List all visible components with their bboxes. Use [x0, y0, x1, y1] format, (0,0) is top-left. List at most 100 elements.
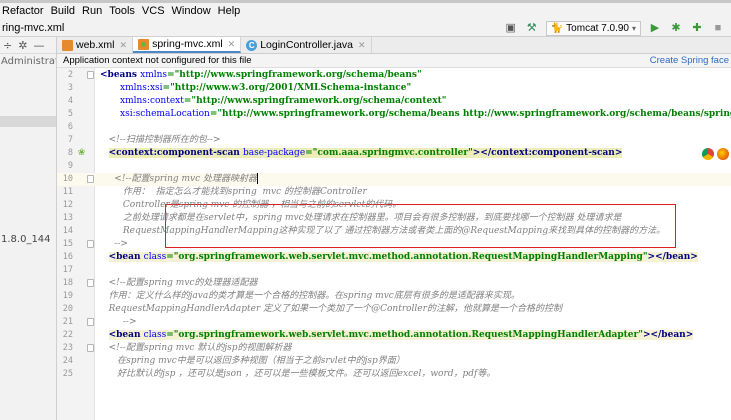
line-number: 19	[62, 291, 73, 301]
line-number: 4	[67, 96, 73, 106]
code-line[interactable]: 5 xsi:schemaLocation="http://www.springf…	[57, 108, 731, 121]
close-icon[interactable]: ✕	[358, 40, 366, 51]
breadcrumb[interactable]: ring-mvc.xml	[0, 22, 64, 34]
line-number: 10	[62, 174, 73, 184]
tab-label: spring-mvc.xml	[152, 38, 223, 50]
code-line[interactable]: 18 <!--配置spring mvc的处理器适配器	[57, 277, 731, 290]
code-line[interactable]: 16 <bean class="org.springframework.web.…	[57, 251, 731, 264]
fold-marker-icon[interactable]	[87, 344, 94, 352]
code-line[interactable]: 13 之前处理请求都是在servlet中，spring mvc处理请求在控制器里…	[57, 212, 731, 225]
line-number: 7	[67, 135, 73, 145]
code-text: 之前处理请求都是在servlet中，spring mvc处理请求在控制器里。项目…	[100, 212, 622, 225]
code-line[interactable]: 21 -->	[57, 316, 731, 329]
code-text: 作用：定义什么样的java的类才算是一个合格的控制器。在spring mvc底层…	[100, 290, 520, 303]
code-text: RequestMappingHandlerMapping这种实现了以了 通过控制…	[100, 225, 665, 238]
code-text: <!--配置spring mvc 处理器映射器	[100, 173, 259, 186]
tab-web-xml[interactable]: web.xml ✕	[57, 37, 134, 53]
menu-item-tools[interactable]: Tools	[109, 5, 135, 17]
code-line[interactable]: 12 Controller是spring mvc 的控制器 ，相当与之前的ser…	[57, 199, 731, 212]
line-number: 24	[62, 356, 73, 366]
code-line[interactable]: 7 <!--扫描控制器所在的包-->	[57, 134, 731, 147]
code-line[interactable]: 15 -->	[57, 238, 731, 251]
code-token: RequestMappingHandlerMapping这种实现了以了 通过控制…	[100, 226, 666, 236]
code-token: RequestMappingHandlerAdapter 定义了如果一个类加了一…	[100, 304, 562, 314]
coverage-icon[interactable]: ✚	[690, 21, 704, 35]
menu-bar: Refactor Build Run Tools VCS Window Help	[0, 3, 731, 19]
code-editor[interactable]: 2 <beans xmlns="http://www.springframewor…	[57, 68, 731, 420]
collapse-all-icon[interactable]: ÷	[3, 39, 12, 52]
tab-spring-mvc-xml[interactable]: spring-mvc.xml ✕	[133, 37, 242, 53]
tab-logincontroller-java[interactable]: C LoginController.java ✕	[241, 37, 372, 53]
code-token: -->	[100, 239, 128, 249]
stop-icon[interactable]: ■	[711, 21, 725, 35]
code-line[interactable]: 25 好比默认的jsp ，还可以是json ，还可以是一些模板文件。还可以返回e…	[57, 368, 731, 381]
hide-panel-icon[interactable]: —	[33, 39, 44, 52]
code-line[interactable]: 11 作用： 指定怎么才能找到spring mvc 的控制器Controller	[57, 186, 731, 199]
code-token: xsi:schemaLocation	[100, 109, 210, 119]
run-configuration-label: Tomcat 7.0.90	[566, 22, 629, 34]
code-token: 作用： 指定怎么才能找到spring mvc 的控制器Controller	[100, 187, 367, 197]
fold-marker-icon[interactable]	[87, 175, 94, 183]
fold-marker-icon[interactable]	[87, 240, 94, 248]
code-token: -->	[100, 317, 137, 327]
tab-label: web.xml	[76, 39, 115, 51]
debug-icon[interactable]: ✱	[669, 21, 683, 35]
line-number: 8	[67, 148, 73, 158]
build-hammer-icon[interactable]: ⚒	[525, 21, 539, 35]
chevron-down-icon: ▾	[631, 23, 636, 33]
code-text: xmlns:xsi="http://www.w3.org/2001/XMLSch…	[100, 82, 411, 95]
code-line[interactable]: 8 ❀ <context:component-scan base-package=…	[57, 147, 731, 160]
menu-item-run[interactable]: Run	[82, 5, 102, 17]
menu-item-build[interactable]: Build	[51, 5, 75, 17]
line-number: 18	[62, 278, 73, 288]
close-icon[interactable]: ✕	[228, 39, 236, 50]
run-icon[interactable]: ▶	[648, 21, 662, 35]
code-token: ="http://www.springframework.org/schema/…	[183, 96, 447, 106]
code-line[interactable]: 24 在spring mvc中是可以返回多种视图（相当于之前srvlet中的js…	[57, 355, 731, 368]
menu-item-help[interactable]: Help	[218, 5, 241, 17]
code-line[interactable]: 10 <!--配置spring mvc 处理器映射器	[57, 173, 731, 186]
project-tree-selection[interactable]	[0, 116, 56, 127]
code-line[interactable]: 3 xmlns:xsi="http://www.w3.org/2001/XMLS…	[57, 82, 731, 95]
code-line[interactable]: 4 xmlns:context="http://www.springframew…	[57, 95, 731, 108]
code-line[interactable]: 19 作用：定义什么样的java的类才算是一个合格的控制器。在spring mv…	[57, 290, 731, 303]
menu-item-vcs[interactable]: VCS	[142, 5, 165, 17]
fold-marker-icon[interactable]	[87, 71, 94, 79]
line-number: 3	[67, 83, 73, 93]
code-token: ="org.springframework.web.servlet.mvc.me…	[166, 330, 643, 340]
code-line[interactable]: 6	[57, 121, 731, 134]
code-text: <bean class="org.springframework.web.ser…	[100, 329, 694, 342]
gear-icon[interactable]: ✲	[18, 39, 27, 52]
code-line[interactable]: 20 RequestMappingHandlerAdapter 定义了如果一个类…	[57, 303, 731, 316]
code-text: -->	[100, 238, 128, 251]
fold-marker-icon[interactable]	[87, 318, 94, 326]
project-jdk-item[interactable]: 1.8.0_144	[1, 234, 51, 245]
code-text: <!--配置spring mvc的处理器适配器	[100, 277, 258, 290]
code-text: -->	[100, 316, 137, 329]
spring-bean-gutter-icon[interactable]: ❀	[76, 148, 87, 159]
code-line[interactable]: 17	[57, 264, 731, 277]
run-configuration-selector[interactable]: 🐈 Tomcat 7.0.90 ▾	[545, 20, 641, 36]
menu-item-refactor[interactable]: Refactor	[2, 5, 44, 17]
code-token: ="http://www.springframework.org/schema/…	[209, 109, 731, 119]
project-root-path[interactable]: Administrator\Ic	[1, 56, 56, 67]
menu-item-window[interactable]: Window	[172, 5, 211, 17]
code-line[interactable]: 22 <bean class="org.springframework.web.…	[57, 329, 731, 342]
xml-file-icon	[62, 39, 73, 51]
code-text: <bean class="org.springframework.web.ser…	[100, 251, 698, 264]
code-token: ="http://www.w3.org/2001/XMLSchema-insta…	[162, 83, 412, 93]
close-icon[interactable]: ✕	[120, 40, 128, 51]
code-line[interactable]: 23 <!--配置spring mvc 默认的jsp的视图解析器	[57, 342, 731, 355]
code-line[interactable]: 14 RequestMappingHandlerMapping这种实现了以了 通…	[57, 225, 731, 238]
fold-marker-icon[interactable]	[87, 279, 94, 287]
create-spring-facet-link[interactable]: Create Spring face	[650, 55, 729, 66]
java-class-icon: C	[246, 39, 258, 51]
code-line[interactable]: 9	[57, 160, 731, 173]
code-token: class	[143, 330, 167, 340]
code-token: 在spring mvc中是可以返回多种视图（相当于之前srvlet中的jsp界面…	[100, 356, 405, 366]
code-line[interactable]: 2 <beans xmlns="http://www.springframewor…	[57, 69, 731, 82]
project-structure-icon[interactable]: ▣	[504, 21, 518, 35]
line-number: 11	[62, 187, 73, 197]
